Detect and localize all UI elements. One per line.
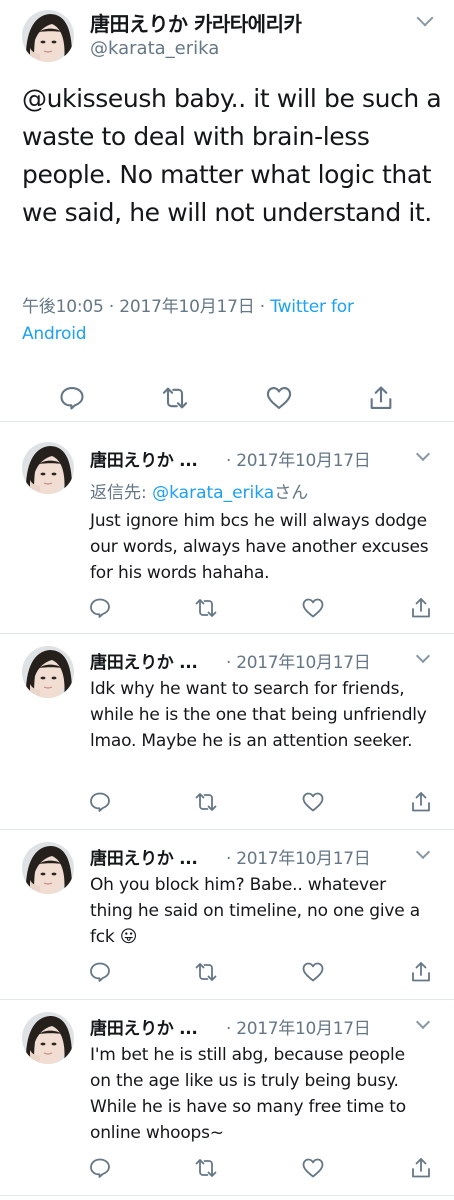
tweet-actions <box>0 788 454 818</box>
reply-icon[interactable] <box>88 960 112 984</box>
tweet-text: Idk why he want to search for friends, w… <box>90 679 427 751</box>
tweet-time: 午後10:05 <box>22 297 104 317</box>
chevron-down-icon[interactable] <box>415 1014 431 1030</box>
tongue-emoji: 😛 <box>119 927 138 947</box>
reply-tweet[interactable]: 唐田えりか ... · 2017年10月17日 Idk why he want … <box>0 634 454 830</box>
reply-to-line: 返信先: @karata_erikaさん <box>90 478 308 503</box>
like-icon[interactable] <box>301 596 325 620</box>
chevron-down-icon[interactable] <box>415 844 431 860</box>
like-icon[interactable] <box>265 384 293 412</box>
share-icon[interactable] <box>367 384 395 412</box>
tweet-text: I'm bet he is still abg, because people … <box>90 1045 406 1143</box>
tweet-metadata: 午後10:05 · 2017年10月17日 · Twitter for Andr… <box>22 294 422 348</box>
like-icon[interactable] <box>301 1156 325 1180</box>
meta-separator: · <box>259 297 266 317</box>
reply-to-label: 返信先: <box>90 483 153 503</box>
tweet-actions <box>0 380 454 416</box>
tweet-date: 2017年10月17日 <box>119 297 255 317</box>
user-handle[interactable]: @karata_erika <box>90 38 219 59</box>
reply-icon[interactable] <box>88 1156 112 1180</box>
reply-tweet[interactable]: 唐田えりか ... · 2017年10月17日 返信先: @karata_eri… <box>0 422 454 634</box>
avatar[interactable] <box>22 10 74 62</box>
avatar[interactable] <box>22 1012 74 1064</box>
display-name[interactable]: 唐田えりか 카라타에리카 <box>90 8 302 37</box>
tweet-actions <box>0 594 454 624</box>
display-name[interactable]: 唐田えりか ... <box>90 1014 198 1039</box>
reply-to-handle-link[interactable]: @karata_erika <box>152 483 274 503</box>
tweet-actions <box>0 1154 454 1184</box>
reply-tweet[interactable]: 唐田えりか ... · 2017年10月17日 Oh you block him… <box>0 830 454 1000</box>
retweet-icon[interactable] <box>194 960 218 984</box>
reply-tweet[interactable]: 唐田えりか ... · 2017年10月17日 I'm bet he is st… <box>0 1000 454 1196</box>
like-icon[interactable] <box>301 960 325 984</box>
display-name[interactable]: 唐田えりか ... <box>90 648 198 673</box>
avatar-photo-icon <box>22 646 74 698</box>
retweet-icon[interactable] <box>194 596 218 620</box>
avatar[interactable] <box>22 842 74 894</box>
avatar-photo-icon <box>22 842 74 894</box>
tweet-text: Oh you block him? Babe.. whatever thing … <box>90 875 420 947</box>
avatar-photo-icon <box>22 1012 74 1064</box>
chevron-down-icon[interactable] <box>415 648 431 664</box>
display-name[interactable]: 唐田えりか ... <box>90 446 198 471</box>
reply-icon[interactable] <box>58 384 86 412</box>
retweet-icon[interactable] <box>194 790 218 814</box>
avatar[interactable] <box>22 442 74 494</box>
reply-icon[interactable] <box>88 790 112 814</box>
like-icon[interactable] <box>301 790 325 814</box>
tweet-date[interactable]: · 2017年10月17日 <box>226 648 371 673</box>
share-icon[interactable] <box>409 790 433 814</box>
share-icon[interactable] <box>409 1156 433 1180</box>
meta-separator: · <box>108 297 115 317</box>
avatar[interactable] <box>22 646 74 698</box>
chevron-down-icon[interactable] <box>416 9 434 27</box>
retweet-icon[interactable] <box>161 384 189 412</box>
share-icon[interactable] <box>409 596 433 620</box>
reply-icon[interactable] <box>88 596 112 620</box>
share-icon[interactable] <box>409 960 433 984</box>
avatar-photo-icon <box>22 10 74 62</box>
main-tweet: 唐田えりか 카라타에리카 @karata_erika @ukisseush ba… <box>0 0 454 422</box>
tweet-actions <box>0 958 454 988</box>
tweet-text-block: Oh you block him? Babe.. whatever thing … <box>90 872 430 950</box>
tweet-date[interactable]: · 2017年10月17日 <box>226 1014 371 1039</box>
display-name[interactable]: 唐田えりか ... <box>90 844 198 869</box>
retweet-icon[interactable] <box>194 1156 218 1180</box>
tweet-date[interactable]: · 2017年10月17日 <box>226 844 371 869</box>
tweet-date[interactable]: · 2017年10月17日 <box>226 446 371 471</box>
chevron-down-icon[interactable] <box>415 446 431 462</box>
avatar-photo-icon <box>22 442 74 494</box>
tweet-text: Just ignore him bcs he will always dodge… <box>90 511 429 583</box>
tweet-text: @ukisseush baby.. it will be such a wast… <box>22 84 442 227</box>
reply-to-suffix: さん <box>274 483 309 503</box>
